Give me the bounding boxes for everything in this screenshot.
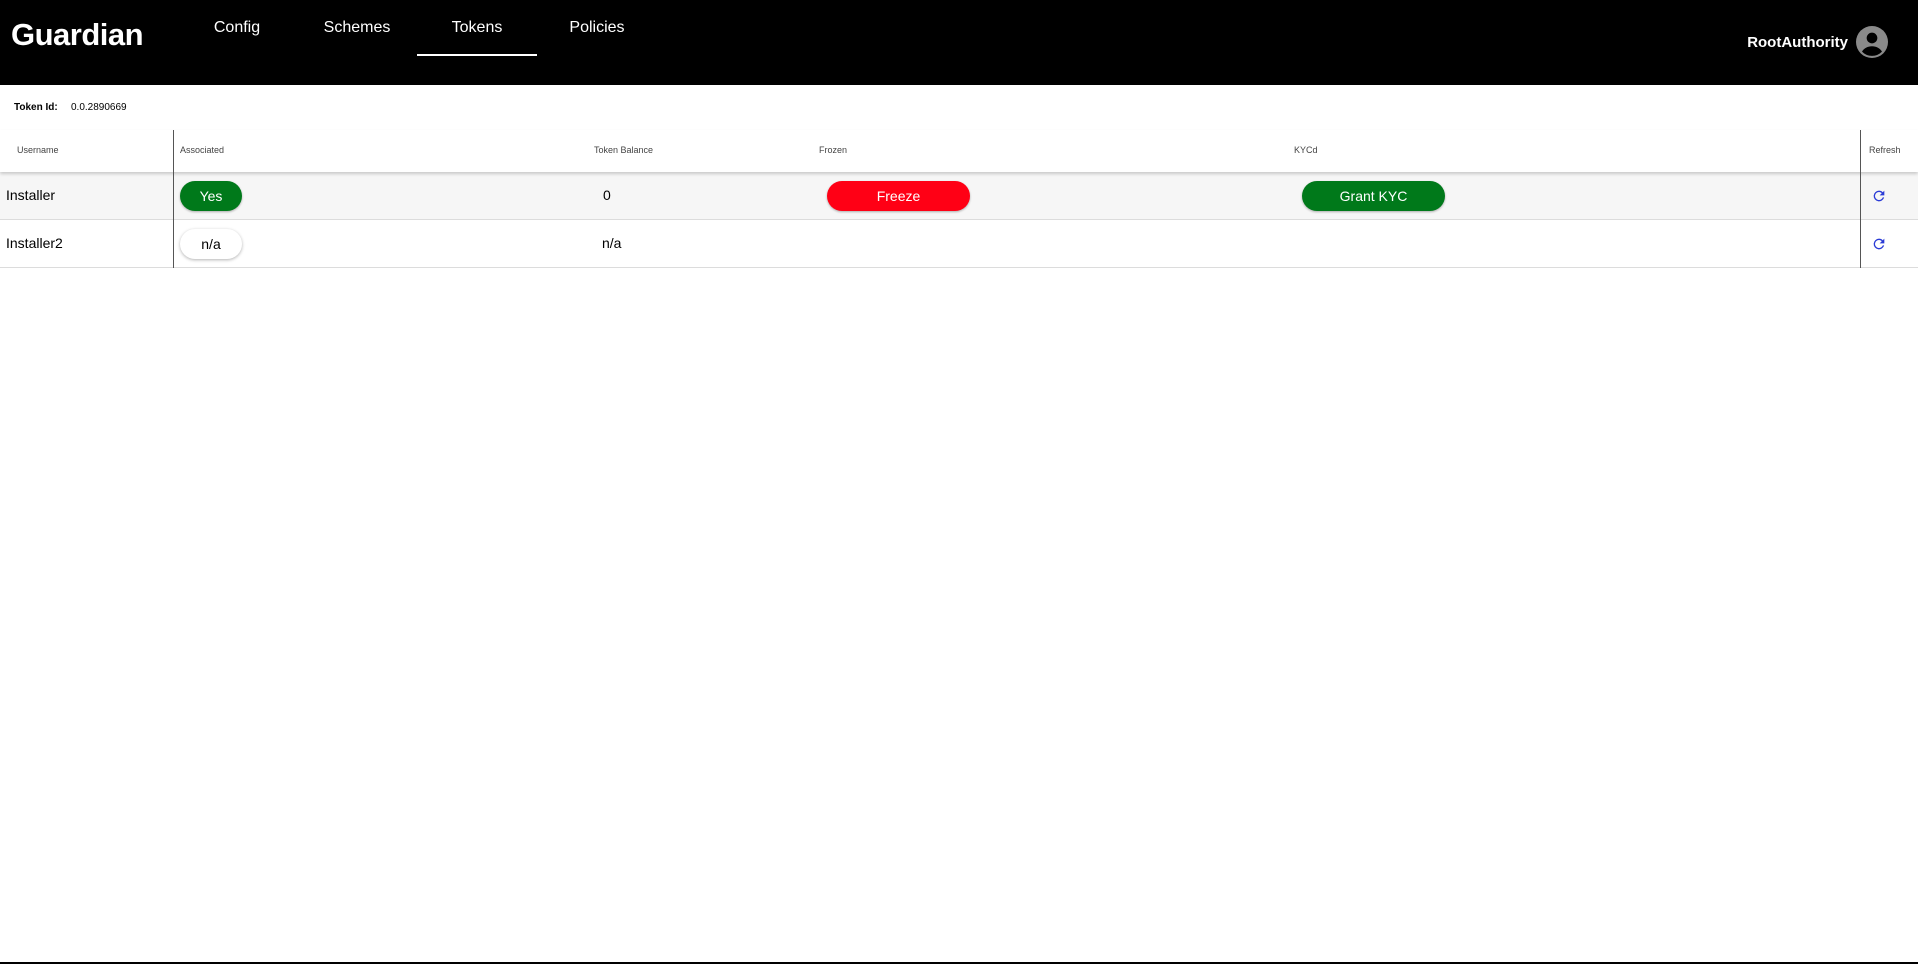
freeze-button[interactable]: Freeze <box>827 181 970 211</box>
top-app-bar: Guardian Config Schemes Tokens Policies … <box>0 0 1918 85</box>
column-header-username: Username <box>17 145 59 155</box>
column-header-token-balance: Token Balance <box>594 145 654 155</box>
token-users-table: Username Associated Token Balance Frozen… <box>0 130 1918 268</box>
grant-kyc-button[interactable]: Grant KYC <box>1302 181 1445 211</box>
column-header-frozen: Frozen <box>819 145 848 155</box>
refresh-icon[interactable] <box>1871 188 1887 204</box>
username-cell: Installer <box>6 187 56 203</box>
column-header-kycd: KYCd <box>1294 145 1318 155</box>
tab-schemes[interactable]: Schemes <box>312 0 402 56</box>
username-cell: Installer2 <box>6 235 63 251</box>
token-id-value: 0.0.2890669 <box>71 102 127 113</box>
app-brand: Guardian <box>11 17 144 52</box>
table-header-row: Username Associated Token Balance Frozen… <box>0 130 1918 172</box>
table-row: Installer Yes 0 Freeze Grant KYC <box>0 172 1918 220</box>
token-balance-cell: n/a <box>602 235 622 251</box>
token-id-label: Token Id: <box>14 102 58 113</box>
table-row: Installer2 n/a n/a <box>0 220 1918 268</box>
sticky-column-divider-right <box>1860 130 1861 268</box>
associated-badge[interactable]: n/a <box>180 229 242 259</box>
column-header-refresh: Refresh <box>1869 145 1901 155</box>
user-name: RootAuthority <box>1747 33 1848 51</box>
page: Guardian Config Schemes Tokens Policies … <box>0 0 1918 964</box>
token-balance-cell: 0 <box>603 187 611 203</box>
user-menu[interactable]: RootAuthority <box>1747 26 1888 58</box>
tab-tokens[interactable]: Tokens <box>417 0 537 56</box>
token-info-bar: Token Id: 0.0.2890669 <box>0 85 1918 130</box>
associated-badge[interactable]: Yes <box>180 181 242 211</box>
tab-policies[interactable]: Policies <box>555 0 639 56</box>
refresh-icon[interactable] <box>1871 236 1887 252</box>
column-header-associated: Associated <box>180 145 225 155</box>
tab-config[interactable]: Config <box>203 0 271 56</box>
sticky-column-divider-left <box>173 130 174 268</box>
account-circle-icon <box>1856 26 1888 58</box>
